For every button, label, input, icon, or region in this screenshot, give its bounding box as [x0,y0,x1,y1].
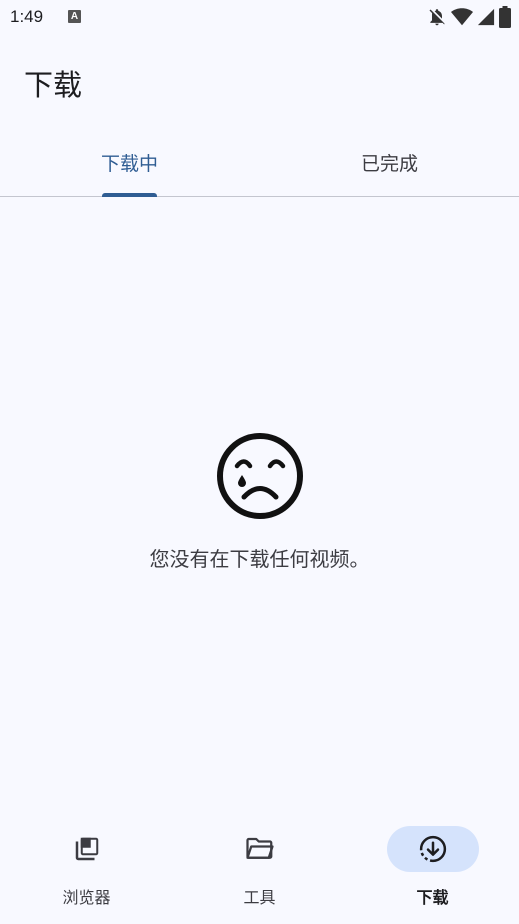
app-notification-icon: A [68,10,81,23]
wifi-icon [451,8,473,26]
tab-completed[interactable]: 已完成 [260,130,519,195]
cell-signal-icon [477,8,495,26]
nav-downloads-icon-wrap [386,826,479,872]
folder-icon [245,837,274,859]
nav-item-tools[interactable]: 工具 [173,826,346,916]
tab-downloading-label: 下载中 [100,153,158,175]
nav-browser-label: 浏览器 [62,888,111,907]
empty-state-message: 您没有在下载任何视频。 [149,547,370,571]
nav-browser-icon-wrap [41,826,133,872]
download-icon [419,835,446,863]
sad-face-icon [217,433,303,519]
active-tab-indicator [102,193,157,197]
bottom-nav: 浏览器 工具 下载 [0,808,519,924]
battery-icon [499,6,511,28]
status-icons [427,6,511,28]
status-bar: 1:49 A [0,0,519,36]
nav-downloads-label: 下载 [416,888,449,907]
nav-item-downloads[interactable]: 下载 [346,826,519,916]
tab-completed-label: 已完成 [360,153,418,175]
nav-tools-label: 工具 [243,888,276,907]
nav-item-browser[interactable]: 浏览器 [0,826,173,916]
tab-downloading[interactable]: 下载中 [0,130,259,195]
tabs-icon [75,837,98,861]
page-title: 下载 [24,68,83,102]
status-time: 1:49 [10,7,44,26]
nav-tools-icon-wrap [214,826,306,872]
notifications-off-icon [429,9,445,26]
tab-bar: 下载中 已完成 [0,130,519,197]
